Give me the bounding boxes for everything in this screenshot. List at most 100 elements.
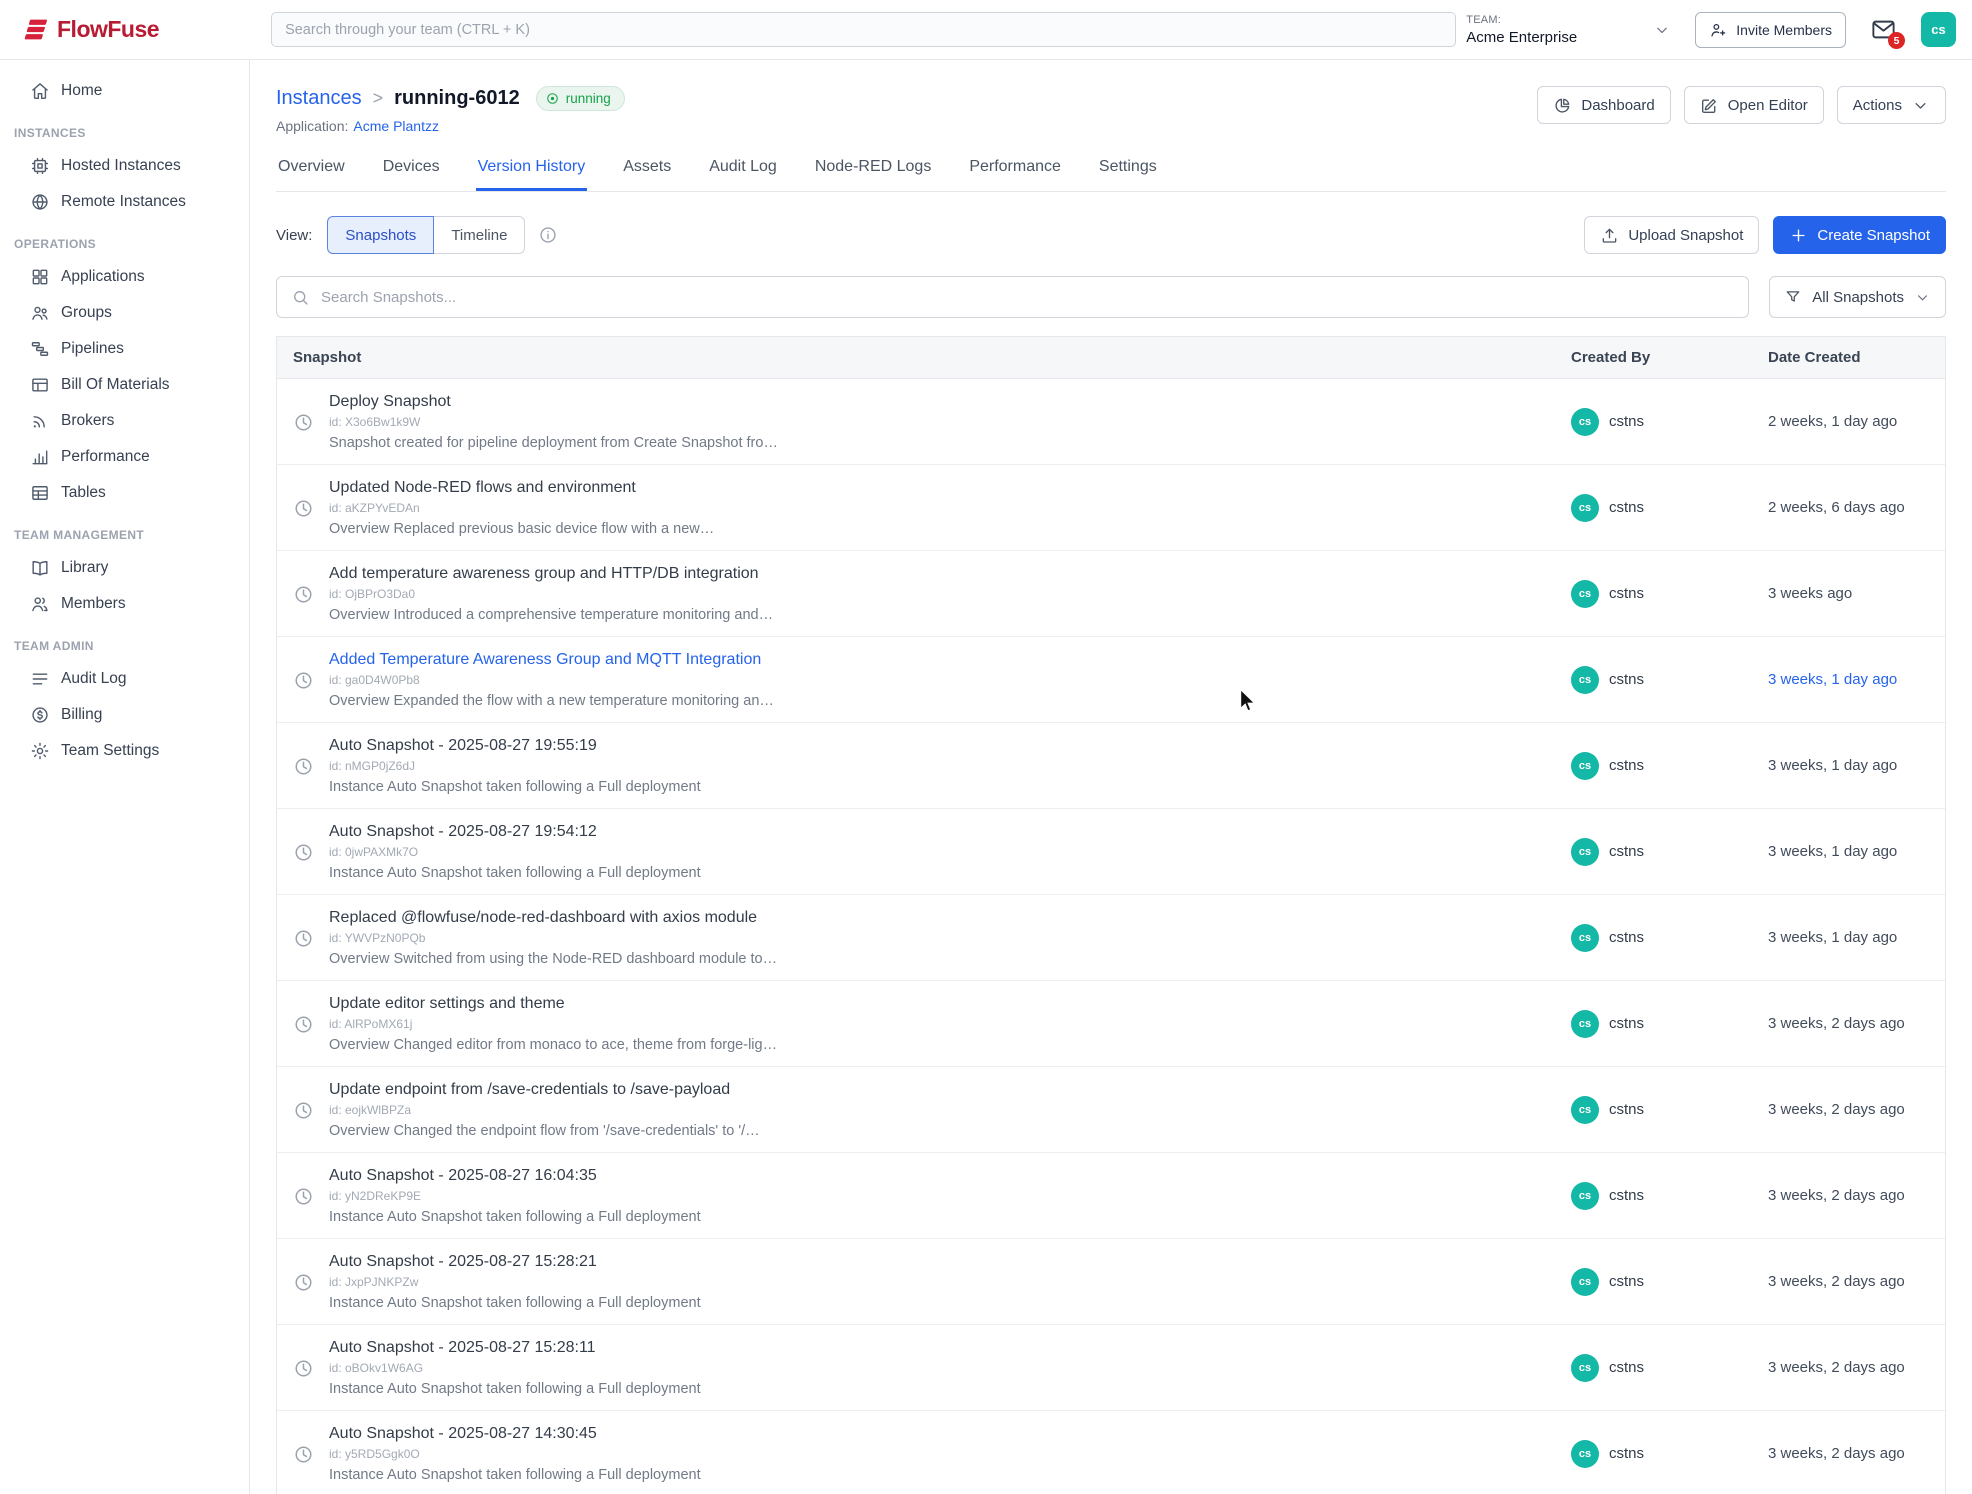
snapshot-date: 3 weeks, 1 day ago bbox=[1768, 757, 1945, 774]
actions-button[interactable]: Actions bbox=[1837, 86, 1946, 124]
sidebar-item-hosted-instances[interactable]: Hosted Instances bbox=[0, 148, 249, 184]
snapshot-title[interactable]: Deploy Snapshot bbox=[329, 393, 778, 411]
tab-devices[interactable]: Devices bbox=[381, 158, 442, 191]
snapshot-title[interactable]: Auto Snapshot - 2025-08-27 19:54:12 bbox=[329, 823, 701, 841]
upload-snapshot-label: Upload Snapshot bbox=[1628, 227, 1743, 244]
snapshot-date: 2 weeks, 6 days ago bbox=[1768, 499, 1945, 516]
tab-overview[interactable]: Overview bbox=[276, 158, 347, 191]
info-icon[interactable] bbox=[538, 225, 558, 245]
snapshot-title[interactable]: Added Temperature Awareness Group and MQ… bbox=[329, 651, 774, 669]
sidebar-item-performance[interactable]: Performance bbox=[0, 439, 249, 475]
snapshot-table-header: Snapshot Created By Date Created bbox=[277, 337, 1945, 379]
snapshot-title[interactable]: Updated Node-RED flows and environment bbox=[329, 479, 714, 497]
dashboard-icon bbox=[1553, 96, 1572, 115]
view-snapshots-toggle[interactable]: Snapshots bbox=[327, 216, 434, 254]
snapshot-row[interactable]: Auto Snapshot - 2025-08-27 15:28:11 id: … bbox=[277, 1325, 1945, 1411]
status-running-icon bbox=[545, 91, 560, 106]
tab-performance[interactable]: Performance bbox=[967, 158, 1063, 191]
snapshot-row[interactable]: Updated Node-RED flows and environment i… bbox=[277, 465, 1945, 551]
creator-avatar: cs bbox=[1571, 408, 1599, 436]
sidebar-item-remote-instances[interactable]: Remote Instances bbox=[0, 184, 249, 220]
sidebar-item-brokers[interactable]: Brokers bbox=[0, 403, 249, 439]
creator-avatar: cs bbox=[1571, 1010, 1599, 1038]
sidebar-item-bill-of-materials[interactable]: Bill Of Materials bbox=[0, 367, 249, 403]
snapshot-title[interactable]: Auto Snapshot - 2025-08-27 14:30:45 bbox=[329, 1425, 701, 1443]
tab-audit-log[interactable]: Audit Log bbox=[707, 158, 779, 191]
snapshot-title[interactable]: Auto Snapshot - 2025-08-27 15:28:21 bbox=[329, 1253, 701, 1271]
sidebar-item-label: Brokers bbox=[61, 412, 114, 430]
main-content: Instances > running-6012 running Applica… bbox=[250, 60, 1972, 1494]
snapshot-row[interactable]: Replaced @flowfuse/node-red-dashboard wi… bbox=[277, 895, 1945, 981]
sidebar-item-groups[interactable]: Groups bbox=[0, 295, 249, 331]
tab-node-red-logs[interactable]: Node-RED Logs bbox=[813, 158, 934, 191]
upload-snapshot-button[interactable]: Upload Snapshot bbox=[1584, 216, 1759, 254]
snapshot-title[interactable]: Auto Snapshot - 2025-08-27 16:04:35 bbox=[329, 1167, 701, 1185]
snapshot-title[interactable]: Auto Snapshot - 2025-08-27 15:28:11 bbox=[329, 1339, 701, 1357]
snapshot-filter-dropdown[interactable]: All Snapshots bbox=[1769, 276, 1946, 318]
snapshot-title[interactable]: Update endpoint from /save-credentials t… bbox=[329, 1081, 760, 1099]
view-segmented-control: Snapshots Timeline bbox=[327, 216, 525, 254]
snapshot-id: id: JxpPJNKPZw bbox=[329, 1275, 701, 1289]
open-editor-button[interactable]: Open Editor bbox=[1684, 86, 1824, 124]
snapshot-row[interactable]: Update endpoint from /save-credentials t… bbox=[277, 1067, 1945, 1153]
page-title: running-6012 bbox=[394, 87, 520, 110]
tab-settings[interactable]: Settings bbox=[1097, 158, 1159, 191]
sidebar-item-members[interactable]: Members bbox=[0, 586, 249, 622]
sidebar-item-home[interactable]: Home bbox=[0, 73, 249, 109]
tab-label: Performance bbox=[969, 158, 1061, 175]
upload-icon bbox=[1600, 226, 1619, 245]
sidebar-item-audit-log[interactable]: Audit Log bbox=[0, 661, 249, 697]
sidebar-item-tables[interactable]: Tables bbox=[0, 475, 249, 511]
sidebar-item-team-settings[interactable]: Team Settings bbox=[0, 733, 249, 769]
snapshot-title[interactable]: Replaced @flowfuse/node-red-dashboard wi… bbox=[329, 909, 777, 927]
team-label: TEAM: bbox=[1466, 14, 1577, 26]
snapshot-row[interactable]: Deploy Snapshot id: X3o6Bw1k9W Snapshot … bbox=[277, 379, 1945, 465]
breadcrumb-instances-link[interactable]: Instances bbox=[276, 87, 362, 110]
snapshot-row[interactable]: Auto Snapshot - 2025-08-27 15:28:21 id: … bbox=[277, 1239, 1945, 1325]
snapshot-search-input[interactable] bbox=[321, 289, 1734, 306]
creator-name: cstns bbox=[1609, 413, 1644, 430]
clock-icon bbox=[293, 584, 314, 605]
sidebar-item-billing[interactable]: Billing bbox=[0, 697, 249, 733]
sidebar-item-pipelines[interactable]: Pipelines bbox=[0, 331, 249, 367]
tables-icon bbox=[30, 483, 50, 503]
tab-label: Settings bbox=[1099, 158, 1157, 175]
notifications-button[interactable]: 5 bbox=[1870, 16, 1897, 43]
creator-avatar: cs bbox=[1571, 666, 1599, 694]
flowfuse-logo[interactable]: FlowFuse bbox=[21, 16, 159, 43]
clock-icon bbox=[293, 1444, 314, 1465]
snapshot-row[interactable]: Auto Snapshot - 2025-08-27 16:04:35 id: … bbox=[277, 1153, 1945, 1239]
snapshot-row[interactable]: Auto Snapshot - 2025-08-27 19:55:19 id: … bbox=[277, 723, 1945, 809]
tab-label: Devices bbox=[383, 158, 440, 175]
grid-icon bbox=[30, 267, 50, 287]
snapshot-row[interactable]: Update editor settings and theme id: AlR… bbox=[277, 981, 1945, 1067]
team-search-input[interactable] bbox=[271, 12, 1456, 47]
sidebar-item-applications[interactable]: Applications bbox=[0, 259, 249, 295]
tab-label: Audit Log bbox=[709, 158, 777, 175]
snapshot-row[interactable]: Auto Snapshot - 2025-08-27 19:54:12 id: … bbox=[277, 809, 1945, 895]
snapshot-title[interactable]: Add temperature awareness group and HTTP… bbox=[329, 565, 773, 583]
snapshot-title[interactable]: Update editor settings and theme bbox=[329, 995, 777, 1013]
invite-members-button[interactable]: Invite Members bbox=[1695, 12, 1846, 48]
snapshot-date: 3 weeks, 1 day ago bbox=[1768, 671, 1945, 688]
team-selector[interactable]: TEAM: Acme Enterprise bbox=[1466, 14, 1671, 46]
creator-avatar: cs bbox=[1571, 580, 1599, 608]
globe-icon bbox=[30, 192, 50, 212]
snapshot-row[interactable]: Add temperature awareness group and HTTP… bbox=[277, 551, 1945, 637]
sidebar-section-label: INSTANCES bbox=[0, 126, 249, 140]
sidebar-item-label: Applications bbox=[61, 268, 145, 286]
clock-icon bbox=[293, 1272, 314, 1293]
tab-bar: Overview Devices Version History Assets … bbox=[276, 158, 1946, 192]
snapshot-description: Instance Auto Snapshot taken following a… bbox=[329, 1381, 701, 1397]
create-snapshot-button[interactable]: Create Snapshot bbox=[1773, 216, 1946, 254]
tab-assets[interactable]: Assets bbox=[621, 158, 673, 191]
user-avatar[interactable]: cs bbox=[1921, 12, 1956, 47]
tab-version-history[interactable]: Version History bbox=[476, 158, 588, 191]
view-timeline-toggle[interactable]: Timeline bbox=[433, 216, 525, 254]
snapshot-row[interactable]: Auto Snapshot - 2025-08-27 14:30:45 id: … bbox=[277, 1411, 1945, 1494]
snapshot-title[interactable]: Auto Snapshot - 2025-08-27 19:55:19 bbox=[329, 737, 701, 755]
dashboard-button[interactable]: Dashboard bbox=[1537, 86, 1670, 124]
application-link[interactable]: Acme Plantzz bbox=[353, 118, 439, 134]
sidebar-item-library[interactable]: Library bbox=[0, 550, 249, 586]
snapshot-row[interactable]: Added Temperature Awareness Group and MQ… bbox=[277, 637, 1945, 723]
